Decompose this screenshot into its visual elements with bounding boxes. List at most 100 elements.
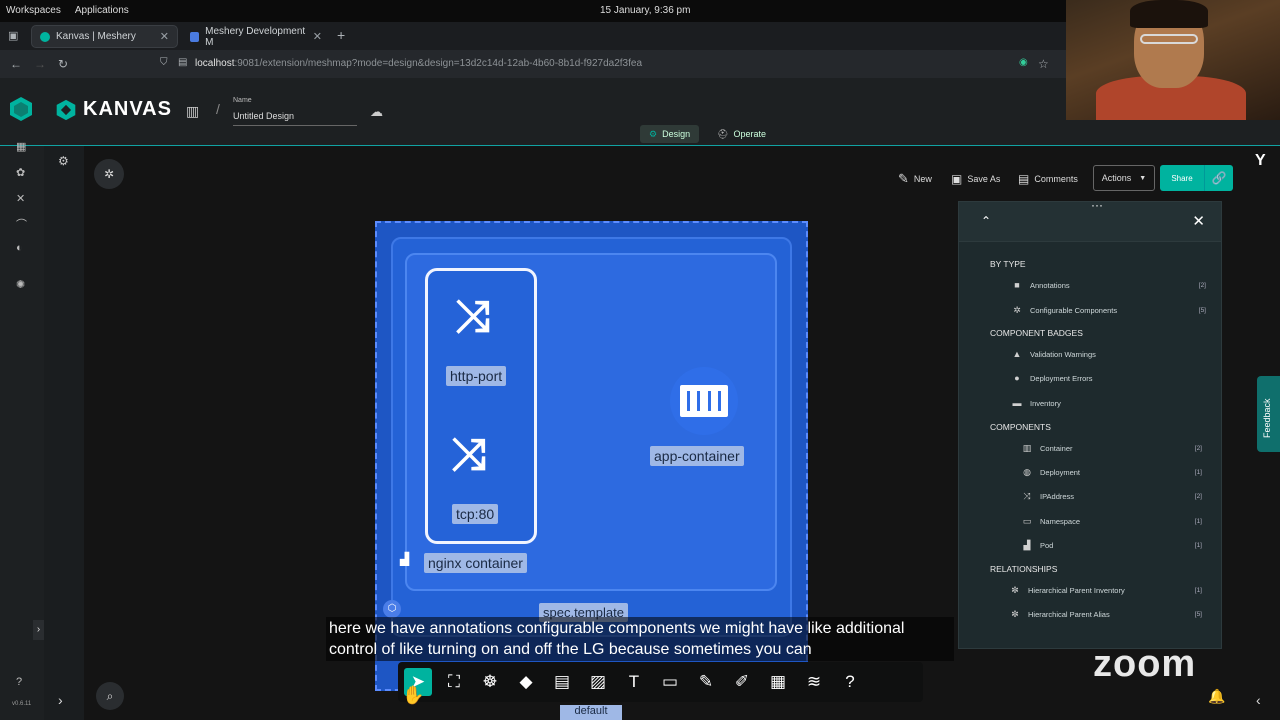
filter-item-annotations[interactable]: ■ Annotations [2] <box>1010 280 1206 290</box>
collapse-panel-icon[interactable]: ⌃ <box>981 214 991 228</box>
feedback-tab[interactable]: Feedback <box>1257 376 1280 452</box>
canvas-search-icon[interactable]: ⌕ <box>96 682 124 710</box>
layers-tool-icon[interactable]: ≋ <box>800 668 828 696</box>
settings-gear-icon[interactable]: ⚙ <box>58 154 69 168</box>
kanvas-nav-icon[interactable]: ✺ <box>16 278 25 291</box>
relationship-icon: ✼ <box>1011 585 1019 595</box>
layers-toggle-icon[interactable]: ✲ <box>94 159 124 189</box>
filter-item-hierarchical-parent-alias[interactable]: ✼ Hierarchical Parent Alias [5] <box>1008 609 1202 620</box>
kubernetes-tool-icon[interactable]: ☸ <box>476 668 504 696</box>
app-container-label: app-container <box>650 446 744 466</box>
back-icon[interactable]: ← <box>10 57 22 71</box>
workspace-building-icon[interactable]: ▥ <box>186 103 199 120</box>
forward-icon[interactable]: → <box>34 57 46 71</box>
archive-tool-icon[interactable]: ▦ <box>764 668 792 696</box>
save-as-button[interactable]: ▣ Save As <box>951 170 1000 188</box>
text-tool-icon[interactable]: T <box>620 668 648 696</box>
warning-icon: ▲ <box>1012 349 1022 359</box>
shapes-tool-icon[interactable]: ◆ <box>512 668 540 696</box>
filter-item-deployment[interactable]: ◍ Deployment [1] <box>1020 467 1202 478</box>
filter-item-pod[interactable]: ▟ Pod [1] <box>1020 540 1202 551</box>
dashboard-icon[interactable]: ▦ <box>16 140 26 153</box>
meshery-logo-icon[interactable] <box>8 96 34 122</box>
shield-icon[interactable]: ⛉ <box>160 57 168 68</box>
reload-icon[interactable]: ↻ <box>58 57 68 71</box>
close-tab-icon[interactable]: ✕ <box>160 30 169 43</box>
square-icon: ■ <box>1014 280 1020 290</box>
design-mode-icon: ⚙ <box>649 128 658 139</box>
expand-drawer-chevron-icon[interactable]: › <box>58 692 63 708</box>
filter-item-inventory[interactable]: ▬ Inventory <box>1010 398 1206 408</box>
version-label: v0.6.11 <box>12 701 32 707</box>
draw-tool-icon[interactable]: ✎ <box>692 668 720 696</box>
bottom-toolbar: ➤ ⛶ ☸ ◆ ▤ ▨ T ▭ ✎ ✐ ▦ ≋ ? <box>398 662 923 702</box>
pencil-icon: ✎ <box>898 171 909 186</box>
user-y-logo-icon[interactable]: Y <box>1255 152 1266 170</box>
extension-icon[interactable]: ◉ <box>1019 57 1028 68</box>
components-tool-icon[interactable]: ⛶ <box>440 668 468 696</box>
pod-badge-icon: ▟ <box>400 552 410 566</box>
help-tool-icon[interactable]: ? <box>836 668 864 696</box>
section-component-badges: COMPONENT BADGES <box>990 328 1083 338</box>
filter-item-validation-warnings[interactable]: ▲ Validation Warnings <box>1010 349 1206 359</box>
share-button[interactable]: Share <box>1160 165 1204 191</box>
design-name-input[interactable]: Untitled Design <box>233 108 357 126</box>
comments-button[interactable]: ▤ Comments <box>1018 170 1078 188</box>
tab-meshery-dev[interactable]: Meshery Development M ✕ <box>182 25 330 48</box>
copy-link-icon[interactable]: 🔗 <box>1204 165 1233 191</box>
configuration-icon[interactable]: ✕ <box>16 192 25 205</box>
tab-overview-icon[interactable]: ▣ <box>8 29 18 42</box>
section-tool-icon[interactable]: ▭ <box>656 668 684 696</box>
nginx-container-label: nginx container <box>424 553 527 573</box>
close-tab-icon[interactable]: ✕ <box>313 30 322 43</box>
webcam-video <box>1066 0 1280 120</box>
image-tool-icon[interactable]: ▨ <box>584 668 612 696</box>
tab-kanvas[interactable]: Kanvas | Meshery ✕ <box>31 25 178 48</box>
kanvas-brand: KANVAS <box>55 98 172 121</box>
section-relationships: RELATIONSHIPS <box>990 564 1058 574</box>
collapse-right-chevron-icon[interactable]: ‹ <box>1256 692 1261 708</box>
close-panel-icon[interactable]: ✕ <box>1192 212 1205 230</box>
http-port-label: http-port <box>446 366 507 386</box>
section-components: COMPONENTS <box>990 422 1051 432</box>
actions-dropdown[interactable]: Actions ▼ <box>1093 165 1155 191</box>
pod-icon: ▟ <box>1023 540 1031 550</box>
ipaddress-shuffle-icon[interactable]: ⤨ <box>451 430 486 480</box>
notification-bell-icon[interactable]: 🔔 <box>1208 688 1225 705</box>
filter-item-container[interactable]: ▥ Container [2] <box>1020 443 1202 454</box>
freehand-tool-icon[interactable]: ✐ <box>728 668 756 696</box>
relationship-icon: ✼ <box>1011 609 1019 619</box>
new-tab-icon[interactable]: + <box>337 27 345 43</box>
expand-sidebar-chevron-icon[interactable]: › <box>33 620 44 640</box>
os-clock: 15 January, 9:36 pm <box>600 5 691 16</box>
kanvas-favicon-icon <box>40 31 50 42</box>
mode-tab-operate[interactable]: ⛑ Operate <box>708 125 775 143</box>
gears-icon: ✲ <box>1013 305 1021 315</box>
extensions-icon[interactable]: ◐ <box>16 242 23 254</box>
inventory-icon: ▬ <box>1012 398 1022 408</box>
help-icon[interactable]: ? <box>16 676 22 688</box>
tab-title: Meshery Development M <box>205 25 306 48</box>
os-menu-workspaces[interactable]: Workspaces <box>6 5 61 16</box>
new-button[interactable]: ✎ New <box>898 170 932 188</box>
mode-tab-design[interactable]: ⚙ Design <box>640 125 700 143</box>
breadcrumb-separator: / <box>216 101 220 117</box>
filter-item-deployment-errors[interactable]: ● Deployment Errors <box>1010 373 1206 383</box>
bookmark-star-icon[interactable]: ☆ <box>1038 57 1049 71</box>
pan-hand-icon[interactable]: ✋ <box>402 685 424 706</box>
drag-handle-icon[interactable]: ··· <box>1091 198 1103 212</box>
deployment-icon: ◍ <box>1023 467 1031 477</box>
container-node-icon[interactable] <box>670 367 738 435</box>
cloud-sync-icon[interactable]: ☁ <box>370 104 383 120</box>
ipaddress-shuffle-icon[interactable]: ⤨ <box>455 292 490 342</box>
filter-item-ipaddress[interactable]: ⤨ IPAddress [2] <box>1020 491 1202 502</box>
zoom-watermark: zoom <box>1093 643 1197 685</box>
filter-item-namespace[interactable]: ▭ Namespace [1] <box>1020 516 1202 527</box>
comment-tool-icon[interactable]: ▤ <box>548 668 576 696</box>
url-text[interactable]: localhost:9081/extension/meshmap?mode=de… <box>195 58 642 69</box>
os-menu-applications[interactable]: Applications <box>75 5 129 16</box>
lifecycle-icon[interactable]: ✿ <box>16 166 25 179</box>
filter-item-configurable-components[interactable]: ✲ Configurable Components [5] <box>1010 305 1206 316</box>
filter-item-hierarchical-parent-inventory[interactable]: ✼ Hierarchical Parent Inventory [1] <box>1008 585 1202 596</box>
performance-icon[interactable]: ⌒ <box>16 216 27 232</box>
